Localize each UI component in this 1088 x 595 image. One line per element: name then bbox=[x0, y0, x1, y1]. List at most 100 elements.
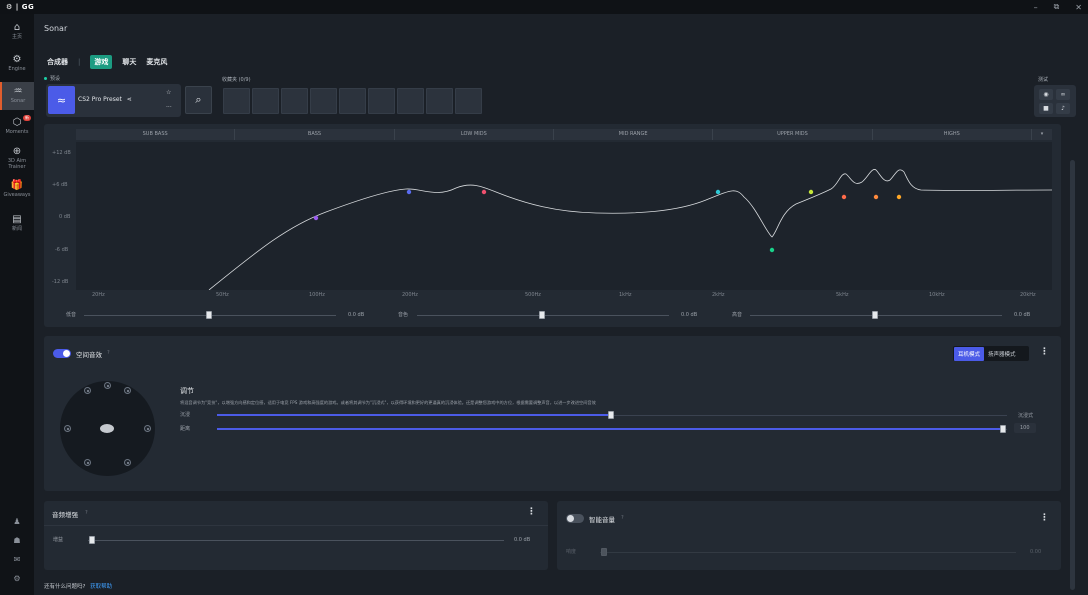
immersion-slider[interactable] bbox=[217, 410, 1007, 419]
sidebar-item-label: Sonar bbox=[10, 98, 26, 104]
minimize-button[interactable]: – bbox=[1034, 3, 1038, 12]
eq-graph[interactable] bbox=[76, 142, 1052, 290]
spatial-audio-toggle[interactable] bbox=[53, 349, 71, 358]
favorite-slot[interactable] bbox=[310, 88, 337, 114]
speaker-mode-button[interactable]: 扬声器模式 bbox=[985, 347, 1019, 361]
gamepad-icon[interactable]: ◉ bbox=[1039, 89, 1053, 100]
title-bar: ⚙ | GG – ⧉ ✕ bbox=[0, 0, 1088, 14]
voice-slider[interactable] bbox=[417, 310, 669, 319]
band-label: BASS bbox=[235, 129, 395, 140]
distance-value[interactable]: 100 bbox=[1014, 423, 1036, 433]
db-label: -12 dB bbox=[52, 279, 69, 285]
tab-game[interactable]: 游戏 bbox=[90, 55, 113, 69]
favorite-slot[interactable] bbox=[368, 88, 395, 114]
help-icon[interactable]: ? bbox=[621, 515, 624, 521]
sidebar-item-news[interactable]: ▤ 新闻 bbox=[0, 214, 34, 236]
sidebar: ⌂ 主页 ⚙ Engine ♒ Sonar 新 ⬡ Moments ⊕ 3D A… bbox=[0, 14, 34, 595]
favorite-slot[interactable] bbox=[252, 88, 279, 114]
search-button[interactable]: ⌕ bbox=[185, 86, 212, 114]
db-label: +12 dB bbox=[52, 150, 71, 156]
more-icon[interactable]: ··· bbox=[166, 104, 172, 111]
gift-icon: 🎁 bbox=[10, 180, 24, 191]
tab-mixer[interactable]: 合成器 bbox=[47, 57, 68, 67]
slider-label: 距离 bbox=[180, 426, 191, 432]
home-icon: ⌂ bbox=[13, 22, 21, 33]
headphone-mode-button[interactable]: 耳机模式 bbox=[954, 346, 985, 361]
favorite-slot[interactable] bbox=[223, 88, 250, 114]
eq-point-handle[interactable] bbox=[313, 215, 319, 221]
more-options-icon[interactable]: ⋮ bbox=[527, 507, 536, 517]
sidebar-item-giveaways[interactable]: 🎁 Giveaways bbox=[0, 180, 34, 202]
share-icon[interactable]: ⋖ bbox=[127, 96, 132, 103]
restore-button[interactable]: ⧉ bbox=[1054, 2, 1060, 12]
close-button[interactable]: ✕ bbox=[1075, 3, 1082, 12]
user-icon[interactable]: ♟ bbox=[0, 517, 34, 526]
settings-icon[interactable]: ⚙ bbox=[0, 574, 34, 583]
speaker-layout[interactable] bbox=[60, 381, 155, 476]
record-icon[interactable]: ■ bbox=[1039, 103, 1053, 114]
favorite-slot[interactable] bbox=[339, 88, 366, 114]
eq-point-handle[interactable] bbox=[873, 194, 879, 200]
search-icon: ⌕ bbox=[195, 93, 202, 106]
sidebar-item-label: Moments bbox=[5, 129, 29, 135]
eq-point-handle[interactable] bbox=[406, 189, 412, 195]
music-note-icon[interactable]: ♪ bbox=[1056, 103, 1070, 114]
more-options-icon[interactable]: ⋮ bbox=[1040, 513, 1049, 523]
tab-chat[interactable]: 聊天 bbox=[122, 57, 136, 67]
freq-label: 2kHz bbox=[712, 292, 725, 298]
sidebar-item-aim-trainer[interactable]: ⊕ 3D Aim Trainer bbox=[0, 146, 34, 172]
distance-slider[interactable] bbox=[217, 424, 1007, 433]
slider-label: 低音 bbox=[66, 312, 77, 318]
footer-question: 还有什么问题吗? bbox=[44, 584, 86, 590]
scrollbar[interactable] bbox=[1070, 160, 1075, 590]
eq-point-handle[interactable] bbox=[481, 189, 487, 195]
sidebar-item-label: 3D Aim Trainer bbox=[7, 158, 27, 170]
link-icon[interactable]: ∞ bbox=[1056, 89, 1070, 100]
bass-slider[interactable] bbox=[84, 310, 336, 319]
preset-name-text: CS2 Pro Preset bbox=[78, 96, 122, 103]
help-icon[interactable]: ? bbox=[107, 350, 110, 356]
slider-value: 0.0 dB bbox=[348, 312, 365, 318]
speaker-icon bbox=[144, 425, 151, 432]
eq-point-handle[interactable] bbox=[808, 189, 814, 195]
news-icon: ▤ bbox=[12, 214, 22, 225]
sidebar-item-moments[interactable]: 新 ⬡ Moments bbox=[0, 115, 34, 139]
slider-value: 沉浸式 bbox=[1018, 413, 1034, 419]
sonar-icon: ♒ bbox=[13, 86, 23, 97]
app-logo: ⚙ | GG bbox=[6, 3, 35, 11]
help-icon[interactable]: ? bbox=[85, 510, 88, 516]
eq-background bbox=[76, 142, 1052, 290]
treble-slider[interactable] bbox=[750, 310, 1002, 319]
spatial-description: 将混音调节为"竞技"，以增强方向感和定位感，适用于电竞 FPS 游戏和高强度的游… bbox=[180, 400, 596, 405]
freq-label: 50Hz bbox=[216, 292, 229, 298]
more-options-icon[interactable]: ⋮ bbox=[1040, 347, 1049, 357]
sidebar-item-sonar[interactable]: ♒ Sonar bbox=[0, 82, 34, 110]
mode-switch: 耳机模式 扬声器模式 bbox=[953, 346, 1029, 361]
freq-label: 500Hz bbox=[525, 292, 541, 298]
get-help-link[interactable]: 获取帮助 bbox=[90, 584, 112, 590]
freq-label: 20Hz bbox=[92, 292, 105, 298]
gain-slider[interactable] bbox=[88, 535, 504, 544]
tab-microphone[interactable]: 麦克风 bbox=[146, 57, 167, 67]
smart-volume-title: 智能音量 bbox=[589, 516, 615, 524]
smart-volume-toggle[interactable] bbox=[566, 514, 584, 523]
eq-point-handle[interactable] bbox=[769, 247, 775, 253]
star-icon[interactable]: ☆ bbox=[166, 89, 171, 96]
sidebar-item-home[interactable]: ⌂ 主页 bbox=[0, 22, 34, 44]
favorite-slot[interactable] bbox=[426, 88, 453, 114]
db-label: -6 dB bbox=[55, 247, 69, 253]
friends-icon[interactable]: ☗ bbox=[0, 536, 34, 545]
sidebar-item-engine[interactable]: ⚙ Engine bbox=[0, 54, 34, 76]
preset-name[interactable]: CS2 Pro Preset ⋖ bbox=[78, 96, 132, 103]
eq-point-handle[interactable] bbox=[841, 194, 847, 200]
band-label: SUB BASS bbox=[76, 129, 236, 140]
favorite-slot[interactable] bbox=[397, 88, 424, 114]
feedback-icon[interactable]: ✉ bbox=[0, 555, 34, 564]
eq-point-handle[interactable] bbox=[896, 194, 902, 200]
favorite-slot[interactable] bbox=[281, 88, 308, 114]
sidebar-item-label: Engine bbox=[8, 66, 26, 72]
slider-value: 0.0 dB bbox=[681, 312, 698, 318]
band-dropdown-icon[interactable]: ▾ bbox=[1032, 129, 1052, 140]
eq-point-handle[interactable] bbox=[715, 189, 721, 195]
favorite-slot[interactable] bbox=[455, 88, 482, 114]
